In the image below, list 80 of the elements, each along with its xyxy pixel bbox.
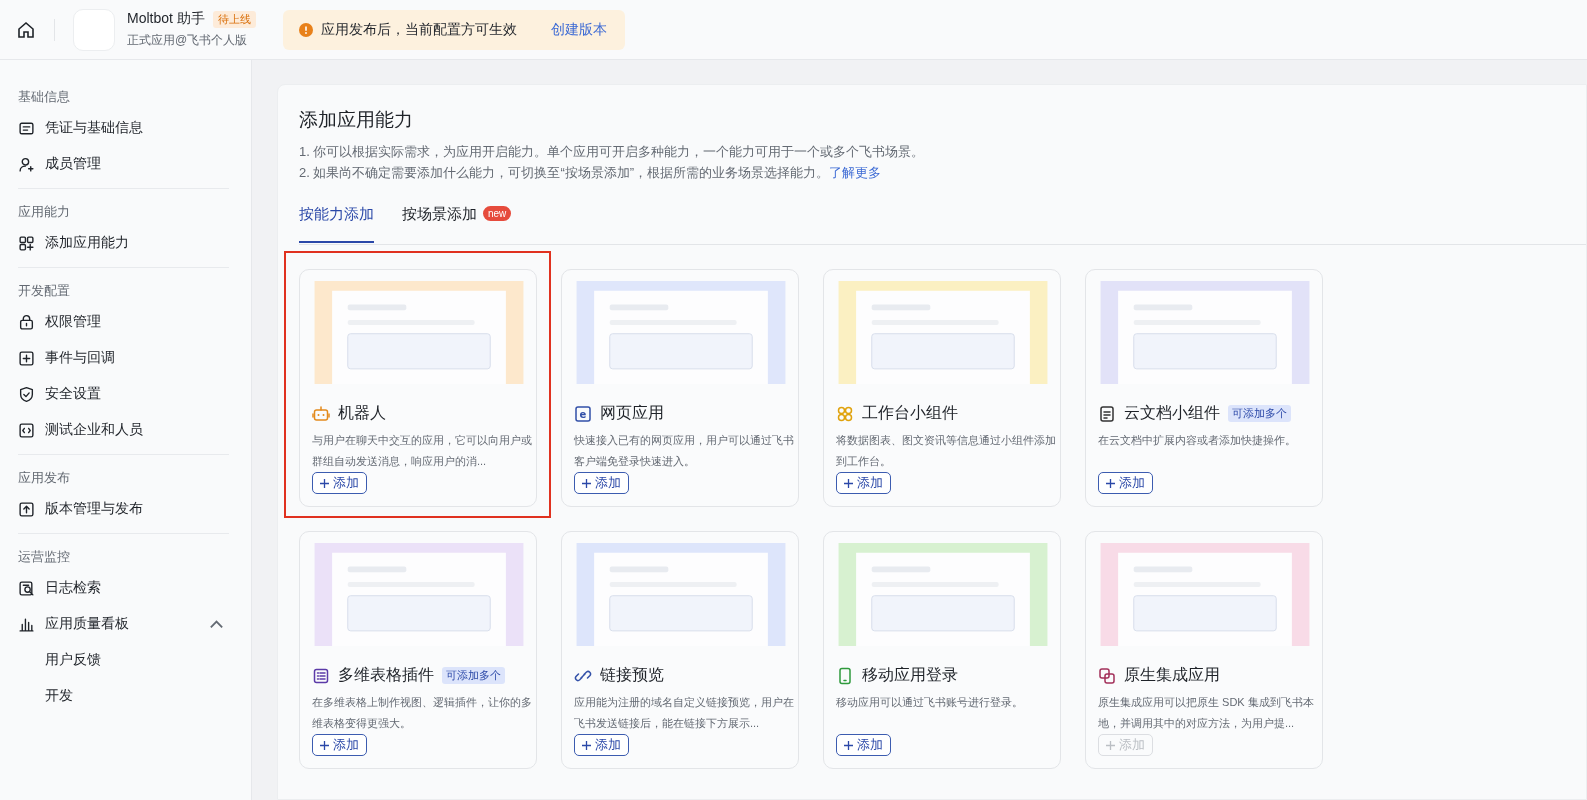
learn-more-link[interactable]: 了解更多	[829, 165, 882, 180]
card-title: 网页应用	[600, 403, 664, 424]
section-heading: 应用能力	[18, 203, 71, 221]
add-button[interactable]: 添加	[836, 472, 891, 494]
add-button[interactable]: 添加	[836, 734, 891, 756]
notice-text: 应用发布后，当前配置方可生效	[321, 20, 517, 39]
nav-item[interactable]: 权限管理	[18, 304, 229, 340]
nav-item[interactable]: 凭证与基础信息	[18, 110, 229, 146]
card-description: 原生集成应用可以把原生 SDK 集成到飞书本地，并调用其中的对应方法，为用户提...	[1098, 695, 1315, 732]
nav-item[interactable]: 安全设置	[18, 376, 229, 412]
person-add-icon	[18, 155, 35, 173]
grid-icon	[836, 404, 854, 423]
plus-icon	[319, 739, 330, 751]
multi-add-tag: 可添加多个	[1228, 405, 1291, 423]
robot-icon	[312, 404, 330, 423]
section-heading: 应用发布	[18, 469, 71, 487]
nav-item[interactable]: 日志检索	[18, 570, 229, 606]
tab[interactable]: 按能力添加	[299, 205, 374, 243]
new-badge: new	[483, 206, 512, 221]
web-page-icon: e	[574, 404, 592, 423]
code-icon	[18, 421, 35, 439]
card-description: 移动应用可以通过飞书账号进行登录。	[836, 695, 1024, 711]
add-button[interactable]: 添加	[1098, 472, 1153, 494]
document-icon	[1098, 404, 1116, 423]
nav-item[interactable]: 添加应用能力	[18, 225, 229, 261]
page-title: 添加应用能力	[299, 108, 414, 132]
card-description: 在多维表格上制作视图、逻辑插件，让你的多维表格变得更强大。	[312, 695, 533, 732]
overlapping-squares-icon	[1098, 666, 1116, 685]
card-title: 原生集成应用	[1124, 665, 1220, 686]
section-heading: 开发配置	[18, 282, 71, 300]
plus-icon	[843, 739, 854, 751]
section-heading: 基础信息	[18, 88, 71, 106]
plus-icon	[581, 739, 592, 751]
card-title: 链接预览	[600, 665, 664, 686]
nav-item[interactable]: 版本管理与发布	[18, 491, 229, 527]
plus-icon	[1105, 477, 1116, 489]
mobile-phone-icon	[836, 666, 854, 685]
card-title: 移动应用登录	[862, 665, 958, 686]
shield-check-icon	[18, 385, 35, 403]
add-button[interactable]: 添加	[574, 472, 629, 494]
add-button[interactable]: 添加	[312, 472, 367, 494]
warning-icon	[299, 22, 313, 37]
nav-item[interactable]: 应用质量看板	[18, 606, 229, 642]
nav-subitem[interactable]: 用户反馈	[18, 642, 229, 678]
card-description: 在云文档中扩展内容或者添加快捷操作。	[1098, 433, 1297, 449]
id-card-icon	[18, 119, 35, 137]
lock-icon	[18, 313, 35, 331]
card-description: 与用户在聊天中交互的应用，它可以向用户或群组自动发送消息，响应用户的消...	[312, 433, 533, 470]
add-button[interactable]: 添加	[312, 734, 367, 756]
section-heading: 运营监控	[18, 548, 71, 566]
instruction-text: 1. 你可以根据实际需求，为应用开启能力。单个应用可开启多种能力，一个能力可用于一个或多个飞书场景。	[299, 143, 926, 161]
app-name: Moltbot 助手	[127, 10, 205, 28]
home-icon[interactable]	[16, 19, 36, 40]
instruction-text: 2. 如果尚不确定需要添加什么能力，可切换至“按场景添加”，根据所需的业务场景选择能力。了解更多	[299, 164, 883, 182]
nav-item[interactable]: 测试企业和人员	[18, 412, 229, 448]
nav-item[interactable]: 成员管理	[18, 146, 229, 182]
plus-square-icon	[18, 349, 35, 367]
status-badge: 待上线	[212, 10, 256, 28]
card-description: 应用能为注册的域名自定义链接预览，用户在飞书发送链接后，能在链接下方展示...	[574, 695, 795, 732]
card-title: 云文档小组件	[1124, 403, 1220, 424]
nav-subitem[interactable]: 开发	[18, 678, 229, 714]
card-title: 工作台小组件	[862, 403, 958, 424]
add-button[interactable]: 添加	[574, 734, 629, 756]
plus-icon	[581, 477, 592, 489]
app-type: 正式应用@飞书个人版	[127, 32, 249, 49]
plus-icon	[843, 477, 854, 489]
card-description: 快速接入已有的网页应用，用户可以通过飞书客户端免登录快速进入。	[574, 433, 795, 470]
tab[interactable]: 按场景添加 new	[402, 205, 512, 243]
card-title: 机器人	[338, 403, 386, 424]
document-search-icon	[18, 579, 35, 597]
card-title: 多维表格插件	[338, 665, 434, 686]
upload-icon	[18, 500, 35, 518]
multi-add-tag: 可添加多个	[442, 667, 505, 685]
grid-plus-icon	[18, 234, 35, 252]
nav-item[interactable]: 事件与回调	[18, 340, 229, 376]
create-version-link[interactable]: 创建版本	[551, 20, 607, 39]
plus-icon	[1105, 739, 1116, 751]
list-icon	[312, 666, 330, 685]
card-description: 将数据图表、图文资讯等信息通过小组件添加到工作台。	[836, 433, 1057, 470]
plus-icon	[319, 477, 330, 489]
